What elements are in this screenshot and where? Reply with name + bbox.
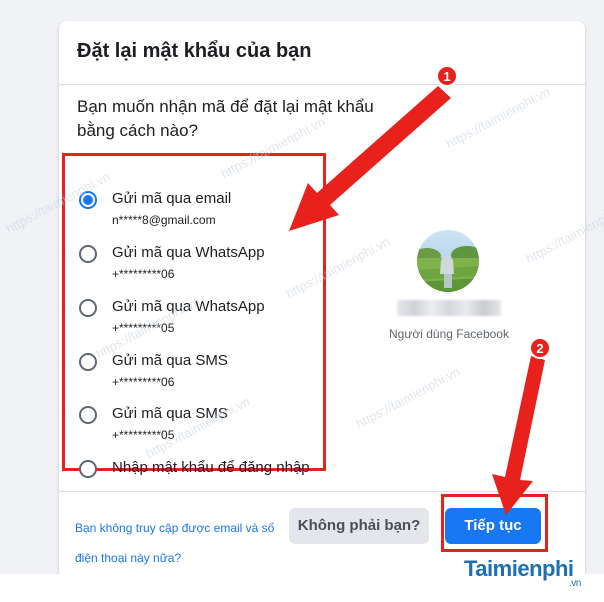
option-label: Gửi mã qua email [112,190,232,207]
option-label: Gửi mã qua WhatsApp [112,244,265,261]
option-detail: +*********05 [112,321,175,335]
blurred-name [397,300,501,316]
no-access-link[interactable]: Bạn không truy cập được email và số điện… [75,513,285,573]
option-detail: +*********06 [112,375,175,389]
question-text: Bạn muốn nhận mã để đặt lại mật khẩu bằn… [77,97,374,140]
option-detail: +*********06 [112,267,175,281]
radio-unselected-icon[interactable] [79,460,97,478]
divider [59,491,585,492]
radio-unselected-icon[interactable] [79,245,97,263]
radio-unselected-icon[interactable] [79,353,97,371]
radio-unselected-icon[interactable] [79,299,97,317]
continue-button[interactable]: Tiếp tục [445,508,541,544]
reset-password-dialog: Đặt lại mật khẩu của bạn Bạn muốn nhận m… [59,21,585,581]
avatar [417,230,479,292]
not-you-button[interactable]: Không phải bạn? [289,508,429,544]
option-detail: +*********05 [112,428,175,442]
option-label: Nhập mật khẩu để đăng nhập [112,459,310,476]
option-label: Gửi mã qua SMS [112,352,228,369]
radio-unselected-icon[interactable] [79,406,97,424]
dialog-title: Đặt lại mật khẩu của bạn [77,40,312,62]
profile-caption: Người dùng Facebook [389,327,509,341]
option-label: Gửi mã qua SMS [112,405,228,422]
radio-selected-icon[interactable] [79,191,97,209]
option-detail: n*****8@gmail.com [112,213,216,227]
reset-options-group: Gửi mã qua email n*****8@gmail.com Gửi m… [62,153,326,478]
divider [59,84,585,85]
option-label: Gửi mã qua WhatsApp [112,298,265,315]
